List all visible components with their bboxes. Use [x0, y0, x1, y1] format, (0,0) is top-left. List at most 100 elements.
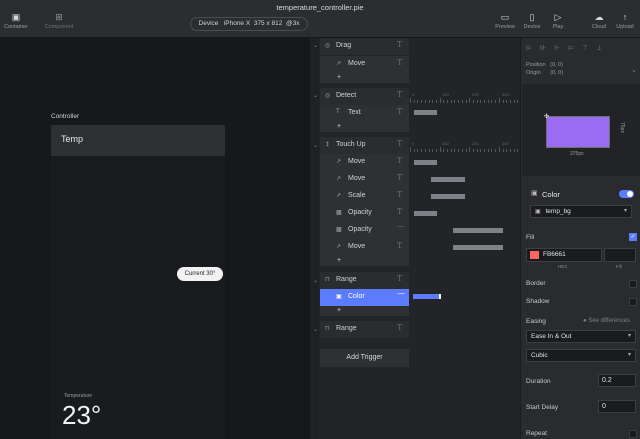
temp-bar[interactable]: Temp: [51, 125, 225, 156]
repeat-checkbox[interactable]: [629, 430, 637, 438]
response-move[interactable]: ↗ Move T: [320, 171, 409, 188]
animation-bar-selected[interactable]: [413, 294, 441, 299]
caret-down-icon: ▾: [623, 208, 627, 214]
add-response-button[interactable]: +: [320, 73, 409, 83]
ruler-tick-label: 200: [472, 92, 479, 97]
collapse-arrow-icon[interactable]: ⌄: [313, 277, 318, 284]
color-section-title: Color: [542, 190, 560, 199]
add-trigger-button[interactable]: Add Trigger: [320, 349, 409, 367]
collapse-arrow-icon[interactable]: ⌄: [313, 326, 318, 333]
easing-select[interactable]: Ease In & Out ▾: [526, 330, 636, 343]
ruler-tick: [428, 100, 430, 103]
animation-bar[interactable]: [431, 177, 465, 182]
fill-swatch[interactable]: [530, 251, 539, 259]
shadow-checkbox[interactable]: [629, 298, 637, 306]
trigger-drag[interactable]: ◎ Drag T: [320, 38, 409, 55]
dash-icon[interactable]: —: [397, 289, 405, 298]
text-tool-icon[interactable]: T: [397, 107, 402, 116]
text-tool-icon[interactable]: T: [397, 274, 402, 283]
duration-input[interactable]: 0.2: [598, 374, 636, 387]
dash-icon[interactable]: —: [397, 222, 405, 231]
animation-bar[interactable]: [414, 160, 437, 165]
response-move[interactable]: ↗ Move T: [320, 56, 409, 73]
trigger-touch-up[interactable]: ↥ Touch Up T: [320, 137, 409, 154]
border-checkbox[interactable]: [629, 280, 637, 288]
scale-icon: ↗: [336, 193, 342, 199]
response-move[interactable]: ↗ Move T: [320, 154, 409, 171]
text-tool-icon[interactable]: T: [397, 139, 402, 148]
ruler-tick: [469, 98, 471, 103]
start-delay-input[interactable]: 0: [598, 400, 636, 413]
animation-bar[interactable]: [414, 211, 437, 216]
collapse-arrow-icon[interactable]: ⌄: [313, 42, 318, 49]
component-button[interactable]: ⊞ Component: [44, 12, 74, 30]
touch-up-icon: ↥: [325, 142, 331, 148]
element-preview[interactable]: [546, 116, 610, 148]
phone-artboard[interactable]: [51, 125, 225, 439]
trigger-detect[interactable]: ◎ Detect T: [320, 88, 409, 105]
color-toggle[interactable]: [619, 190, 634, 198]
play-label: Play: [552, 24, 564, 30]
ruler-tick: [509, 149, 511, 152]
ruler-tick: [443, 100, 445, 103]
text-tool-icon[interactable]: T: [397, 173, 402, 182]
device-button[interactable]: ▯ Device: [522, 12, 542, 30]
container-button[interactable]: ▣ Container: [3, 12, 29, 30]
add-response-button[interactable]: +: [320, 122, 409, 132]
toolbar: temperature_controller.pie ▣ Container ⊞…: [0, 0, 640, 38]
ruler-tick: [506, 100, 508, 103]
response-scale[interactable]: ↗ Scale T: [320, 188, 409, 205]
text-tool-icon[interactable]: T: [397, 190, 402, 199]
response-opacity[interactable]: ▩ Opacity —: [320, 222, 409, 239]
animation-bar[interactable]: [453, 245, 503, 250]
text-tool-icon[interactable]: T: [397, 156, 402, 165]
range-icon: ⊓: [325, 277, 330, 283]
fill-color-field[interactable]: FB6661: [526, 248, 602, 262]
animation-bar[interactable]: [431, 194, 465, 199]
anchor-icon[interactable]: ✣: [544, 113, 549, 120]
text-tool-icon[interactable]: T: [397, 90, 402, 99]
curve-select[interactable]: Cubic ▾: [526, 349, 636, 362]
text-tool-icon[interactable]: T: [397, 58, 402, 67]
text-tool-icon[interactable]: T: [397, 323, 402, 332]
add-response-button[interactable]: +: [320, 306, 409, 316]
upload-button[interactable]: ↑ Upload: [614, 12, 636, 30]
play-button[interactable]: ▷ Play: [550, 12, 566, 30]
info-icon: ●: [583, 318, 587, 324]
text-tool-icon[interactable]: T: [397, 40, 402, 49]
animation-bar[interactable]: [414, 110, 437, 115]
ruler-tick: [509, 100, 511, 103]
device-selector[interactable]: Device iPhone X 375 x 812 @3x: [190, 17, 308, 31]
add-response-button[interactable]: +: [320, 256, 409, 266]
move-icon: ↗: [336, 61, 342, 67]
ruler-tick: [480, 149, 482, 152]
align-icons[interactable]: ⊫ ⊪ ⊩ ⊨ ⊤ ⊥: [526, 44, 605, 52]
layer-select[interactable]: ▣ temp_bg ▾: [530, 205, 632, 218]
collapse-arrow-icon[interactable]: ⌄: [313, 142, 318, 149]
device-size: 375 x 812: [253, 20, 283, 27]
fill-alpha-field[interactable]: [604, 248, 636, 262]
ruler-tick: [432, 100, 434, 103]
opacity-icon: ▩: [336, 227, 342, 233]
text-icon: T: [336, 109, 340, 115]
response-text[interactable]: T Text T: [320, 105, 409, 122]
animation-bar[interactable]: [453, 228, 503, 233]
ruler-tick: [458, 149, 460, 152]
timeline-ruler: 0 100 200 300: [410, 89, 520, 103]
collapse-arrow-icon[interactable]: ⌄: [313, 92, 318, 99]
response-move[interactable]: ↗ Move T: [320, 239, 409, 256]
ruler-tick-label: 0: [412, 141, 415, 146]
see-differences-link[interactable]: ● See differences: [583, 318, 630, 324]
text-tool-icon[interactable]: T: [397, 241, 402, 250]
preview-button[interactable]: ▭ Preview: [494, 12, 516, 30]
response-color-selected[interactable]: ▣ Color —: [320, 289, 409, 306]
chevron-down-icon[interactable]: ⌄: [631, 66, 637, 74]
text-tool-icon[interactable]: T: [397, 207, 402, 216]
ruler-tick: [413, 149, 415, 152]
trigger-range[interactable]: ⊓ Range T: [320, 272, 409, 289]
trigger-range[interactable]: ⊓ Range T: [320, 321, 409, 338]
caret-down-icon: ▾: [627, 352, 631, 358]
fill-checkbox[interactable]: ✓: [629, 233, 637, 241]
cloud-button[interactable]: ☁ Cloud: [589, 12, 609, 30]
response-opacity[interactable]: ▩ Opacity T: [320, 205, 409, 222]
